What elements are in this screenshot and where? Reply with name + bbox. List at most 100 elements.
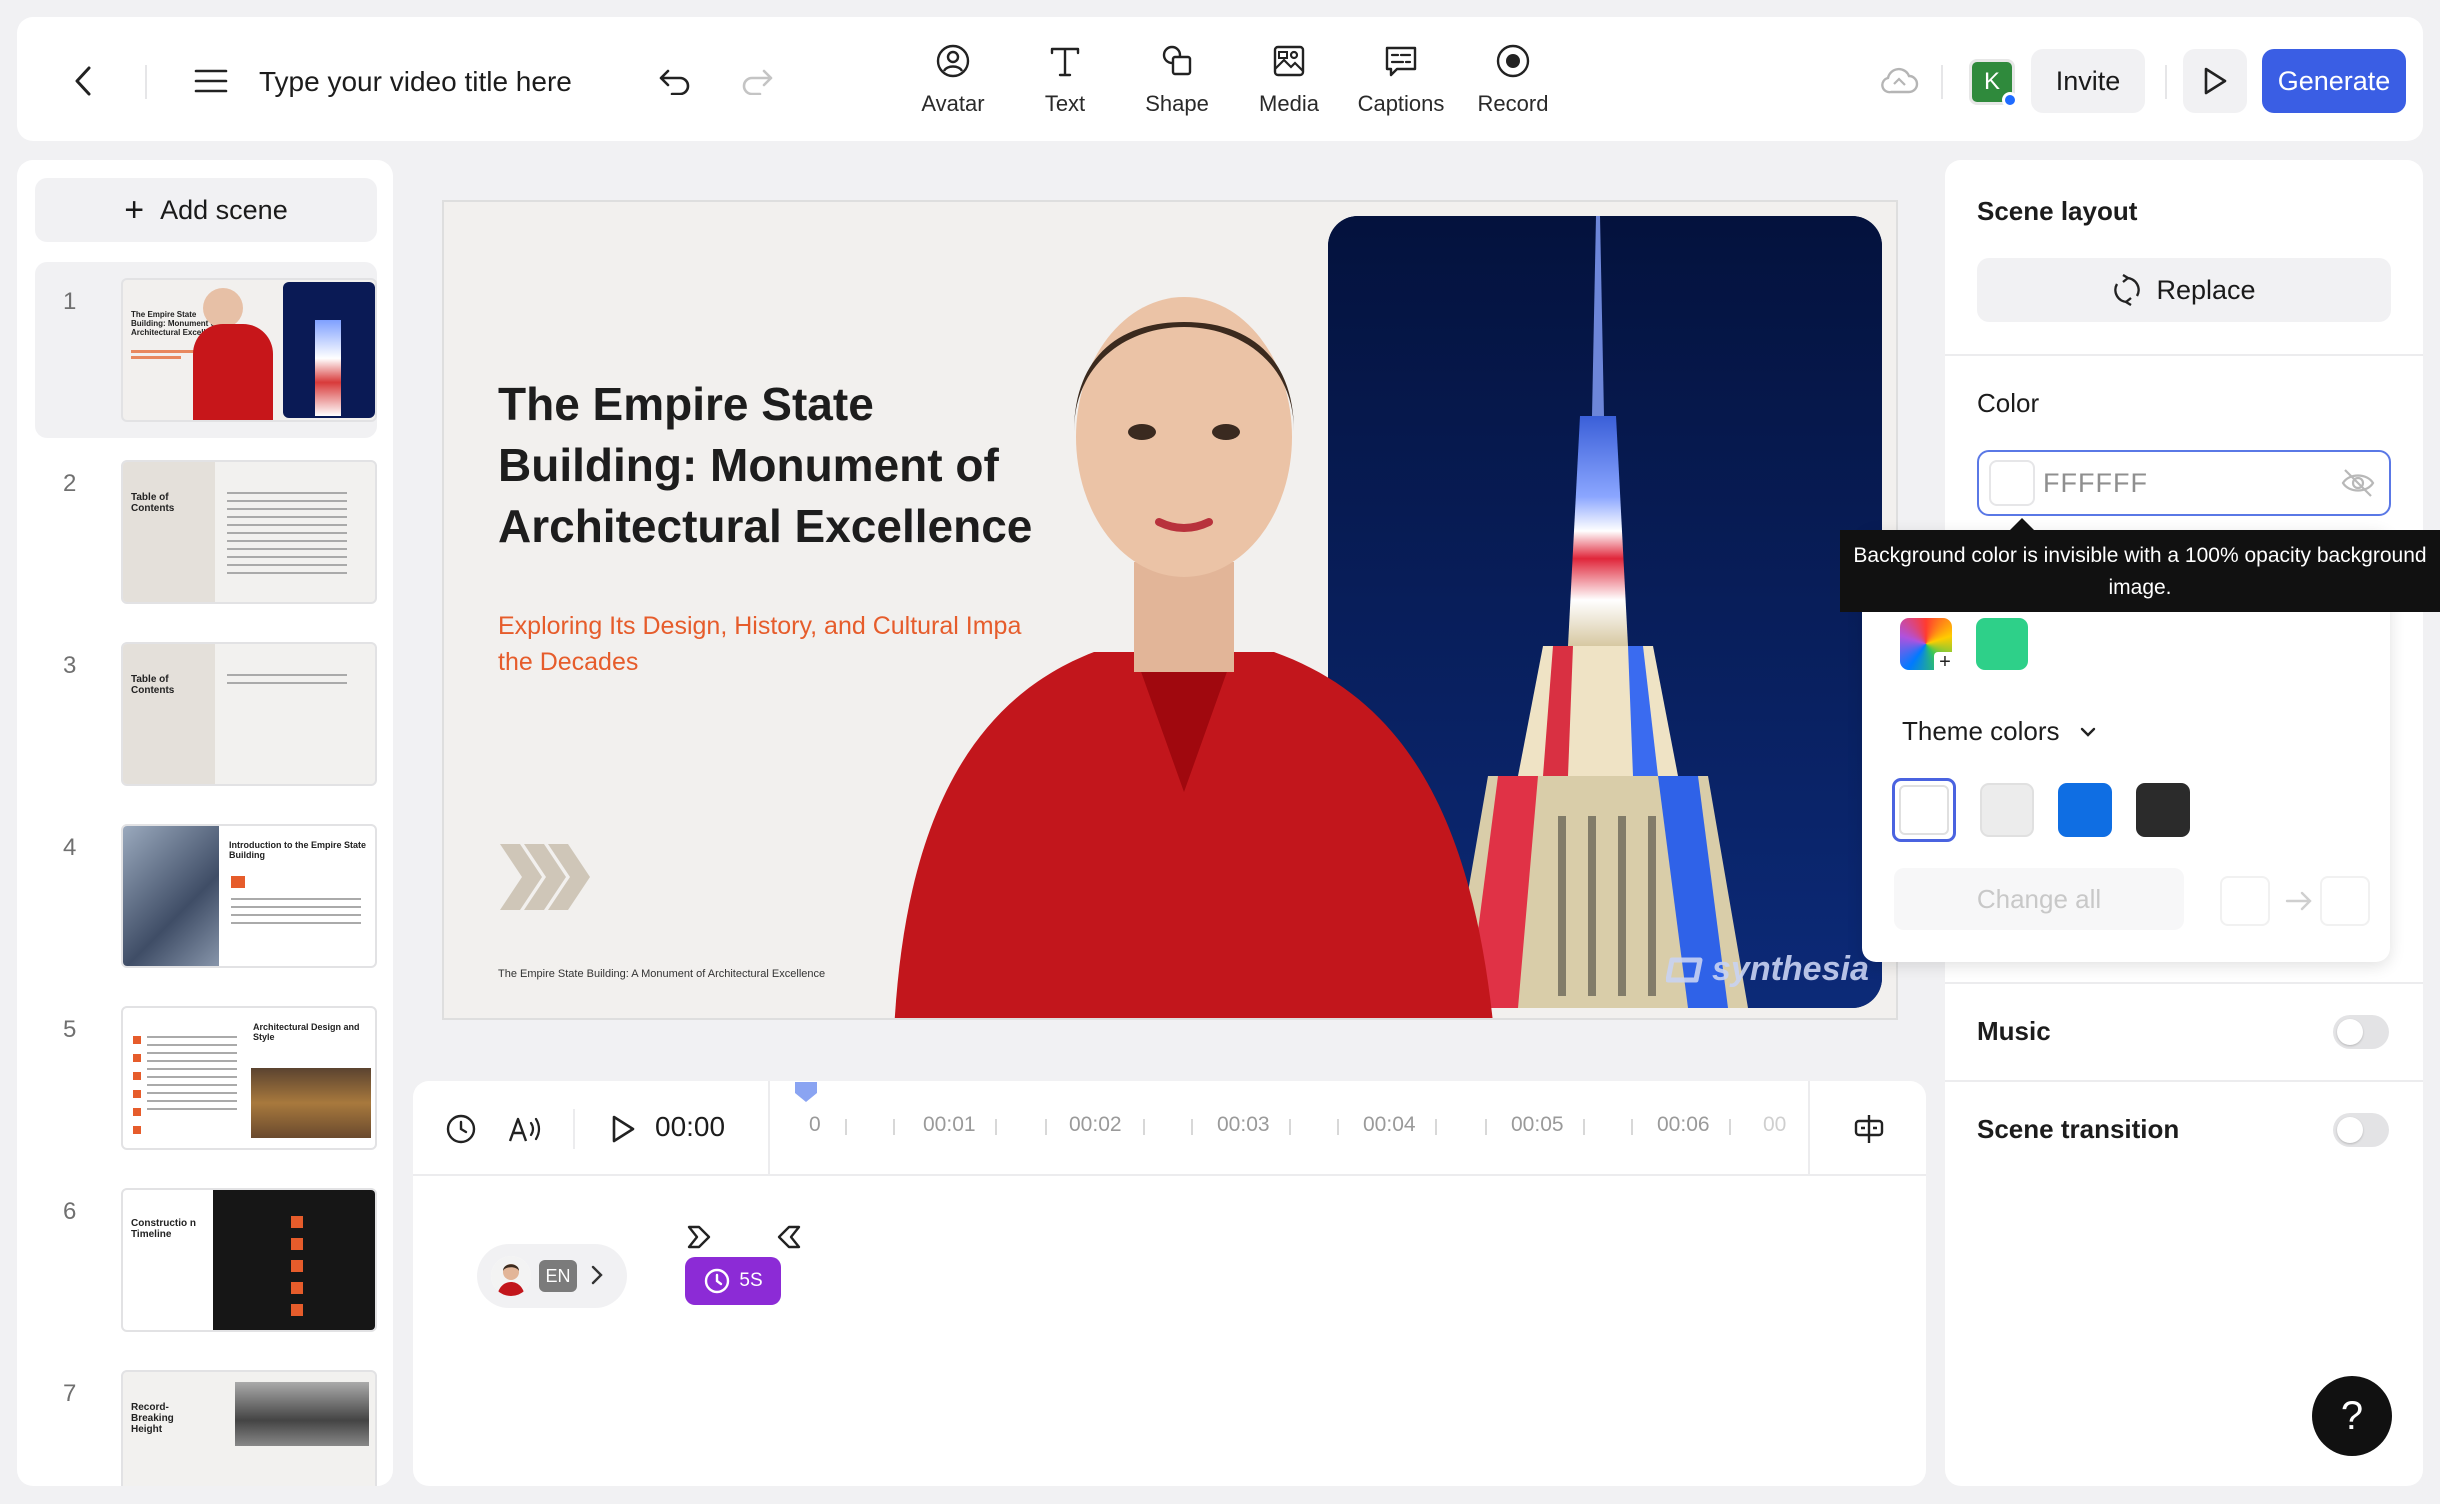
divider xyxy=(1808,1081,1810,1176)
thumb-title: Introduction to the Empire State Buildin… xyxy=(229,840,367,860)
scene-item-5[interactable]: 5 Architectural Design and Style xyxy=(35,990,377,1166)
tool-label: Avatar xyxy=(921,91,985,116)
scene-thumbnail: The Empire State Building: Monument of A… xyxy=(121,278,377,422)
duration-button[interactable] xyxy=(441,1109,481,1149)
tool-label: Record xyxy=(1477,91,1549,116)
scene-transition-toggle[interactable] xyxy=(2333,1113,2389,1147)
theme-color-swatch[interactable] xyxy=(2058,783,2112,837)
music-heading: Music xyxy=(1977,1016,2051,1046)
generate-button[interactable]: Generate xyxy=(2262,49,2406,113)
scene-item-1[interactable]: 1 The Empire State Building: Monument of… xyxy=(35,262,377,438)
current-time: 00:00 xyxy=(655,1111,726,1142)
scene-number: 7 xyxy=(63,1380,77,1407)
chevron-right-icon xyxy=(591,1265,603,1285)
scene-number: 1 xyxy=(63,288,77,315)
background-color-input[interactable]: FFFFFF xyxy=(1977,450,2391,516)
time-tick: 00:05 xyxy=(1511,1113,1564,1136)
time-tick: 00 xyxy=(1763,1113,1787,1136)
play-icon xyxy=(612,1115,635,1143)
undo-button[interactable] xyxy=(653,61,697,101)
time-ruler[interactable]: 0 00:01 00:02 00:03 00:04 00:05 00:06 00 xyxy=(795,1113,1795,1153)
timeline-panel: 00:00 0 00:01 00:02 00:03 00:04 00:05 00… xyxy=(413,1081,1926,1486)
shape-icon xyxy=(1162,45,1192,76)
captions-tool-button[interactable]: Captions xyxy=(1345,37,1457,125)
invite-button[interactable]: Invite xyxy=(2031,49,2145,113)
refresh-icon xyxy=(2114,274,2141,306)
scene-item-7[interactable]: 7 Record-Breaking Height xyxy=(35,1354,377,1486)
music-toggle[interactable] xyxy=(2333,1015,2389,1049)
playhead-handle[interactable] xyxy=(794,1081,818,1103)
online-indicator xyxy=(2002,92,2018,108)
watermark-text: synthesia xyxy=(1712,950,1869,988)
divider xyxy=(1945,354,2423,356)
custom-color-button[interactable]: + xyxy=(1900,618,1956,674)
change-all-button[interactable]: Change all xyxy=(1894,868,2184,930)
scene-item-6[interactable]: 6 Constructio n Timeline xyxy=(35,1172,377,1348)
pause-chip[interactable]: 5S xyxy=(685,1257,781,1305)
transition-in-icon[interactable] xyxy=(685,1223,713,1251)
redo-button[interactable] xyxy=(735,61,779,101)
help-button[interactable]: ? xyxy=(2312,1376,2392,1456)
presenter-avatar[interactable] xyxy=(874,232,1514,1020)
tool-label: Media xyxy=(1259,91,1319,116)
theme-colors-toggle[interactable]: Theme colors xyxy=(1902,716,2098,747)
replace-layout-button[interactable]: Replace xyxy=(1977,258,2391,322)
time-tick: 00:02 xyxy=(1069,1113,1122,1136)
thumb-title: Table of Contents xyxy=(131,674,175,696)
scene-thumbnail: Table of Contents xyxy=(121,460,377,604)
other-color-swatch[interactable] xyxy=(1976,618,2028,670)
menu-button[interactable] xyxy=(189,61,233,101)
theme-colors-row xyxy=(1892,778,2190,842)
eye-off-icon[interactable] xyxy=(2341,468,2375,498)
record-tool-button[interactable]: Record xyxy=(1457,37,1569,125)
media-icon xyxy=(1273,45,1305,77)
insert-tools: Avatar Text Shape Media Captions Record xyxy=(897,37,1569,125)
video-title-input[interactable]: Type your video title here xyxy=(259,61,619,103)
time-tick: 00:03 xyxy=(1217,1113,1270,1136)
shape-tool-button[interactable]: Shape xyxy=(1121,37,1233,125)
avatar-track-chip[interactable]: EN xyxy=(477,1244,627,1308)
slide-canvas[interactable]: The Empire State Building: Monument of A… xyxy=(442,200,1898,1020)
other-colors-row: + xyxy=(1900,618,2028,674)
scene-number: 5 xyxy=(63,1016,77,1043)
captions-icon xyxy=(1385,46,1417,77)
theme-colors-label: Theme colors xyxy=(1902,716,2060,746)
text-tool-button[interactable]: Text xyxy=(1009,37,1121,125)
scene-item-2[interactable]: 2 Table of Contents xyxy=(35,444,377,620)
time-tick: 00:01 xyxy=(923,1113,976,1136)
timeline-play-button[interactable] xyxy=(603,1109,643,1149)
voice-icon xyxy=(508,1117,541,1142)
chevron-left-icon xyxy=(75,66,91,96)
divider xyxy=(1945,982,2423,984)
user-avatar[interactable]: K xyxy=(1969,59,2018,108)
record-icon xyxy=(1496,44,1530,78)
media-tool-button[interactable]: Media xyxy=(1233,37,1345,125)
synthesia-watermark: synthesia xyxy=(1666,950,1869,989)
opacity-tooltip: Background color is invisible with a 100… xyxy=(1840,518,2440,612)
split-view-button[interactable] xyxy=(1849,1109,1889,1149)
timeline-header: 00:00 0 00:01 00:02 00:03 00:04 00:05 00… xyxy=(413,1081,1926,1176)
avatar-tool-button[interactable]: Avatar xyxy=(897,37,1009,125)
scene-layout-heading: Scene layout xyxy=(1977,196,2138,226)
preview-play-button[interactable] xyxy=(2183,49,2247,113)
add-scene-button[interactable]: + Add scene xyxy=(35,178,377,242)
scene-item-4[interactable]: 4 Introduction to the Empire State Build… xyxy=(35,808,377,984)
voice-button[interactable] xyxy=(505,1109,545,1149)
scene-item-3[interactable]: 3 Table of Contents xyxy=(35,626,377,802)
play-icon xyxy=(2204,67,2227,95)
tool-label: Captions xyxy=(1357,91,1445,116)
change-from-swatch[interactable] xyxy=(2220,876,2270,926)
tool-label: Shape xyxy=(1145,91,1209,116)
avatar-icon xyxy=(936,44,970,78)
slide-footer[interactable]: The Empire State Building: A Monument of… xyxy=(498,968,825,980)
theme-color-swatch[interactable] xyxy=(1892,778,1956,842)
transition-out-icon[interactable] xyxy=(775,1223,803,1251)
theme-color-swatch[interactable] xyxy=(2136,783,2190,837)
back-button[interactable] xyxy=(63,61,103,101)
avatar-thumbnail xyxy=(491,1256,531,1296)
plus-icon: + xyxy=(124,190,145,229)
time-tick: 00:06 xyxy=(1657,1113,1710,1136)
scene-thumbnail: Record-Breaking Height xyxy=(121,1370,377,1486)
change-to-swatch[interactable] xyxy=(2320,876,2370,926)
theme-color-swatch[interactable] xyxy=(1980,783,2034,837)
